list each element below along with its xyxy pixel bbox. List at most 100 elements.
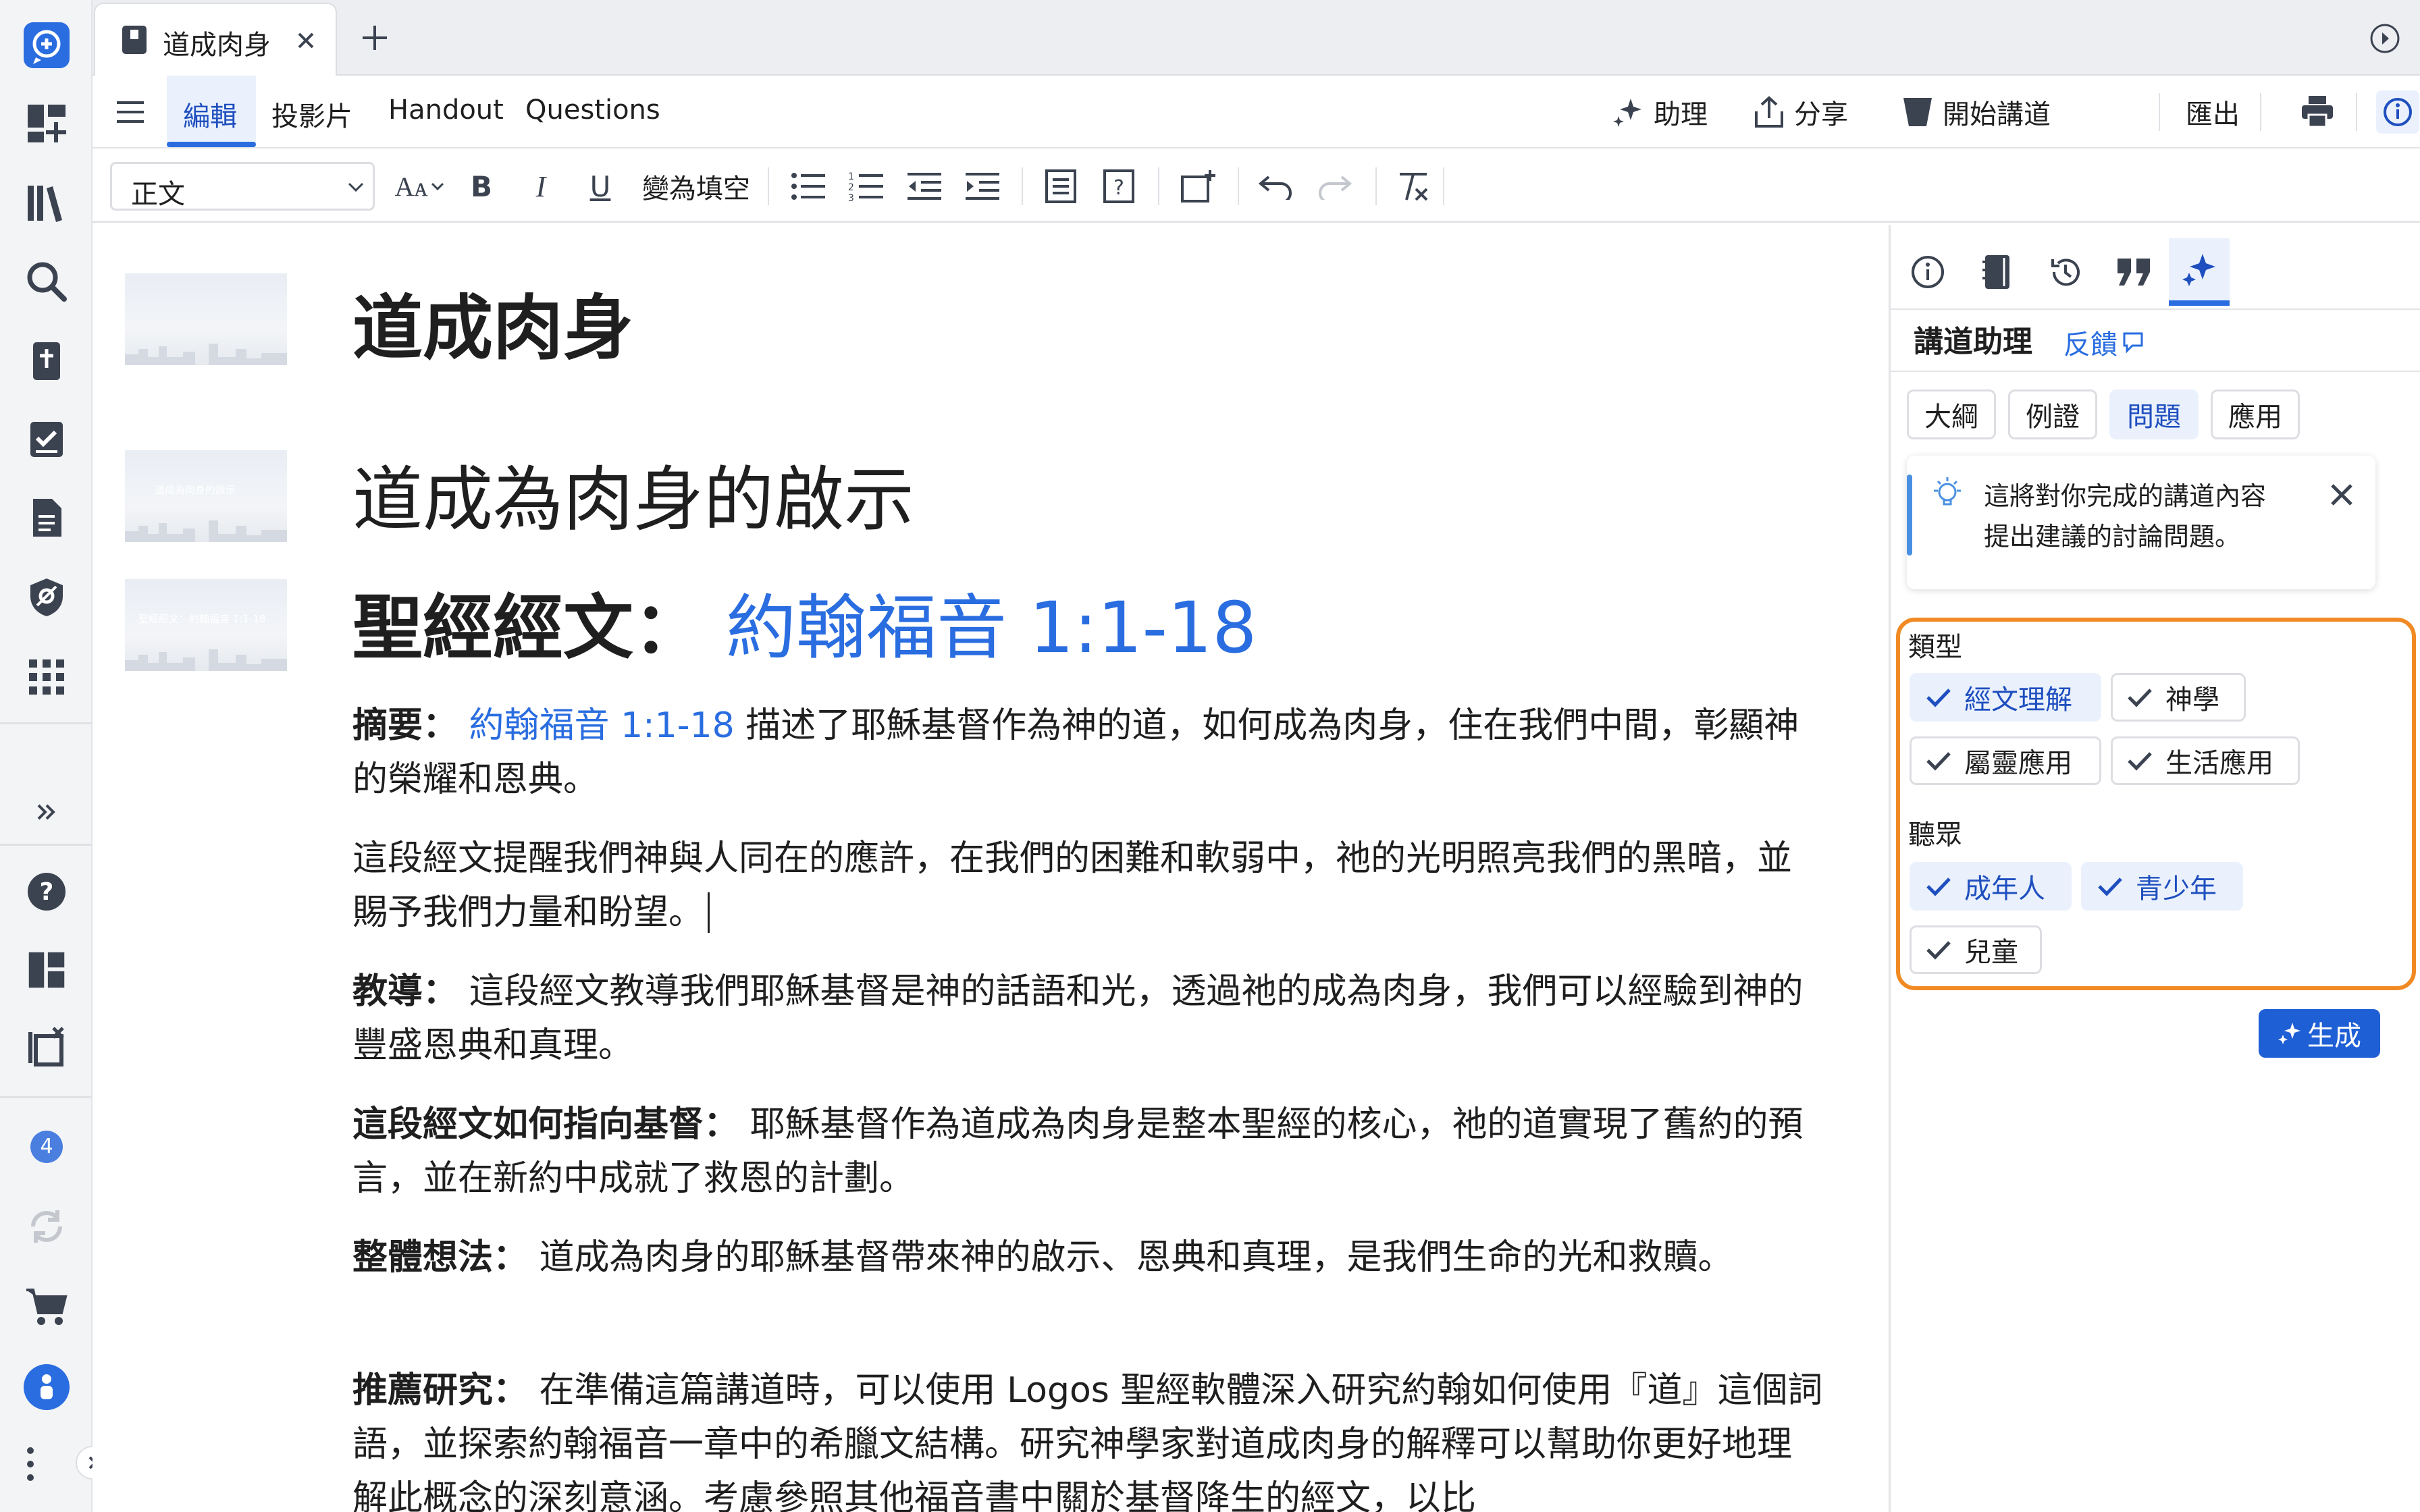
menu-icon[interactable] — [115, 99, 145, 126]
chip-questions[interactable]: 問題 — [2109, 389, 2199, 439]
info-icon — [2384, 98, 2412, 126]
expand-sidebar-icon[interactable] — [16, 782, 77, 842]
cart-icon[interactable] — [16, 1276, 77, 1336]
audience-option-adults[interactable]: 成年人 — [1910, 862, 2072, 911]
slide-thumbnail[interactable]: 聖經經文：約翰福音 1:1-18 — [125, 579, 287, 671]
apps-grid-icon[interactable] — [16, 647, 77, 707]
undo-button[interactable] — [1254, 166, 1297, 207]
export-button[interactable]: 匯出 — [2186, 90, 2240, 134]
new-tab-icon[interactable] — [360, 23, 390, 53]
user-avatar-icon[interactable] — [16, 1357, 77, 1418]
close-icon[interactable] — [2328, 481, 2355, 508]
study-paragraph[interactable]: 推薦研究： 在準備這篇講道時，可以使用 Logos 聖經軟體深入研究約翰如何使用… — [352, 1364, 1824, 1512]
insert-block-button[interactable] — [1041, 166, 1081, 207]
panel-tab-history[interactable] — [2035, 238, 2096, 306]
bullet-list-button[interactable] — [788, 166, 828, 207]
scripture-heading[interactable]: 聖經經文： 約翰福音 1:1-18 — [352, 584, 1257, 672]
indent-button[interactable] — [962, 166, 1003, 207]
sparkle-icon — [2278, 1023, 2300, 1044]
summary-link[interactable]: 約翰福音 1:1-18 — [469, 705, 735, 746]
share-button[interactable]: 分享 — [1754, 90, 1848, 134]
start-preach-button[interactable]: 開始講道 — [1902, 90, 2051, 134]
document-editor[interactable]: 道成為肉身的啟示 聖經經文：約翰福音 1:1-18 道成肉身 道成為肉身的啟示 … — [93, 225, 1889, 1512]
big-idea-paragraph[interactable]: 整體想法： 道成為肉身的耶穌基督帶來神的啟示、恩典和真理，是我們生命的光和救贖。 — [352, 1231, 1824, 1285]
type-option-life-application[interactable]: 生活應用 — [2111, 736, 2300, 785]
tab-questions[interactable]: Questions — [525, 94, 660, 126]
close-tab-icon[interactable] — [295, 30, 317, 51]
shield-eye-icon[interactable] — [16, 567, 77, 628]
chip-outline[interactable]: 大綱 — [1907, 389, 1996, 439]
chip-application[interactable]: 應用 — [2211, 389, 2300, 439]
insert-question-button[interactable]: ? — [1099, 166, 1139, 207]
assistant-button[interactable]: 助理 — [1612, 90, 1708, 134]
underline-button[interactable]: U — [581, 166, 619, 207]
chip-illustrations[interactable]: 例證 — [2008, 389, 2097, 439]
type-option-spiritual-application[interactable]: 屬靈應用 — [1910, 736, 2101, 785]
italic-button[interactable]: I — [522, 166, 560, 207]
cloze-button[interactable]: 變為填空 — [638, 166, 754, 207]
panel-tab-info[interactable] — [1897, 238, 1958, 306]
panel-title: 講道助理 — [1914, 325, 2032, 359]
tab-document[interactable]: 道成肉身 — [94, 3, 337, 77]
document-title[interactable]: 道成肉身 — [352, 284, 633, 372]
generate-label: 生成 — [2307, 1021, 2361, 1052]
help-icon[interactable]: ? — [16, 861, 77, 922]
close-panels-icon[interactable] — [16, 1017, 77, 1077]
tab-handout[interactable]: Handout — [388, 94, 504, 126]
generate-button[interactable]: 生成 — [2259, 1009, 2380, 1058]
question-block-icon: ? — [1103, 169, 1134, 203]
bold-button[interactable]: B — [463, 166, 500, 207]
document-tab-bar: 道成肉身 — [93, 0, 2420, 77]
add-slide-button[interactable] — [1177, 166, 1220, 207]
start-preach-label: 開始講道 — [1943, 99, 2051, 130]
panel-tab-quotes[interactable] — [2104, 238, 2165, 306]
svg-text:3: 3 — [848, 193, 854, 202]
layout-icon[interactable] — [16, 940, 77, 1000]
scripture-link[interactable]: 約翰福音 1:1-18 — [726, 587, 1257, 669]
body-paragraph[interactable]: 這段經文提醒我們神與人同在的應許，在我們的困難和軟弱中，祂的光明照亮我們的黑暗，… — [352, 832, 1824, 940]
info-button[interactable] — [2376, 90, 2419, 134]
bible-icon[interactable] — [16, 331, 77, 392]
type-option-theology[interactable]: 神學 — [2111, 673, 2246, 722]
slide-thumbnail[interactable] — [125, 273, 287, 365]
study-label: 推薦研究： — [352, 1370, 529, 1411]
paragraph-style-select[interactable]: 正文 — [110, 162, 375, 211]
feedback-link[interactable]: 反饋 — [2063, 315, 2145, 369]
slide-thumbnail-text: 聖經經文：約翰福音 1:1-18 — [138, 613, 266, 625]
checklist-icon[interactable] — [16, 409, 77, 470]
audience-option-children[interactable]: 兒童 — [1910, 925, 2042, 974]
panel-tab-notebook[interactable] — [1966, 238, 2027, 306]
dashboard-add-icon[interactable] — [16, 93, 77, 154]
more-options-icon[interactable] — [14, 1434, 47, 1494]
section-heading[interactable]: 道成為肉身的啟示 — [352, 456, 914, 543]
numbered-list-button[interactable]: 123 — [846, 166, 887, 207]
tab-slides[interactable]: 投影片 — [271, 94, 352, 134]
tab-scroll-right-icon[interactable] — [2369, 23, 2400, 54]
panel-tab-assistant[interactable] — [2169, 238, 2230, 306]
slide-thumbnail[interactable]: 道成為肉身的啟示 — [125, 450, 287, 542]
sync-icon[interactable] — [16, 1196, 77, 1257]
christ-paragraph[interactable]: 這段經文如何指向基督： 耶穌基督作為道成為肉身是整本聖經的核心，祂的道實現了舊約… — [352, 1098, 1824, 1206]
document-icon[interactable] — [16, 487, 77, 548]
add-to-library-icon[interactable] — [16, 15, 77, 76]
summary-paragraph[interactable]: 摘要： 約翰福音 1:1-18 描述了耶穌基督作為神的道，如何成為肉身，住在我們… — [352, 699, 1824, 807]
notebook-icon — [1982, 255, 2009, 289]
tab-edit[interactable]: 編輯 — [183, 94, 237, 134]
font-size-button[interactable]: Aᴀ — [390, 166, 450, 207]
chevron-down-icon — [348, 182, 364, 192]
clear-format-button[interactable] — [1392, 166, 1435, 207]
audience-option-label: 兒童 — [1964, 937, 2018, 968]
redo-button[interactable] — [1313, 166, 1357, 207]
audience-option-youth[interactable]: 青少年 — [2081, 862, 2243, 911]
library-icon[interactable] — [16, 173, 77, 234]
search-icon[interactable] — [16, 251, 77, 312]
teaching-paragraph[interactable]: 教導： 這段經文教導我們耶穌基督是神的話語和光，透過祂的成為肉身，我們可以經驗到… — [352, 965, 1824, 1073]
outdent-button[interactable] — [904, 166, 945, 207]
type-option-exegesis[interactable]: 經文理解 — [1910, 673, 2101, 722]
type-option-label: 神學 — [2165, 684, 2219, 716]
print-icon[interactable] — [2300, 94, 2334, 128]
feedback-icon — [2123, 332, 2143, 354]
teaching-text: 這段經文教導我們耶穌基督是神的話語和光，透過祂的成為肉身，我們可以經驗到神的豐盛… — [352, 971, 1804, 1066]
type-option-label: 經文理解 — [1964, 684, 2072, 716]
notifications-badge[interactable]: 4 — [16, 1116, 77, 1177]
